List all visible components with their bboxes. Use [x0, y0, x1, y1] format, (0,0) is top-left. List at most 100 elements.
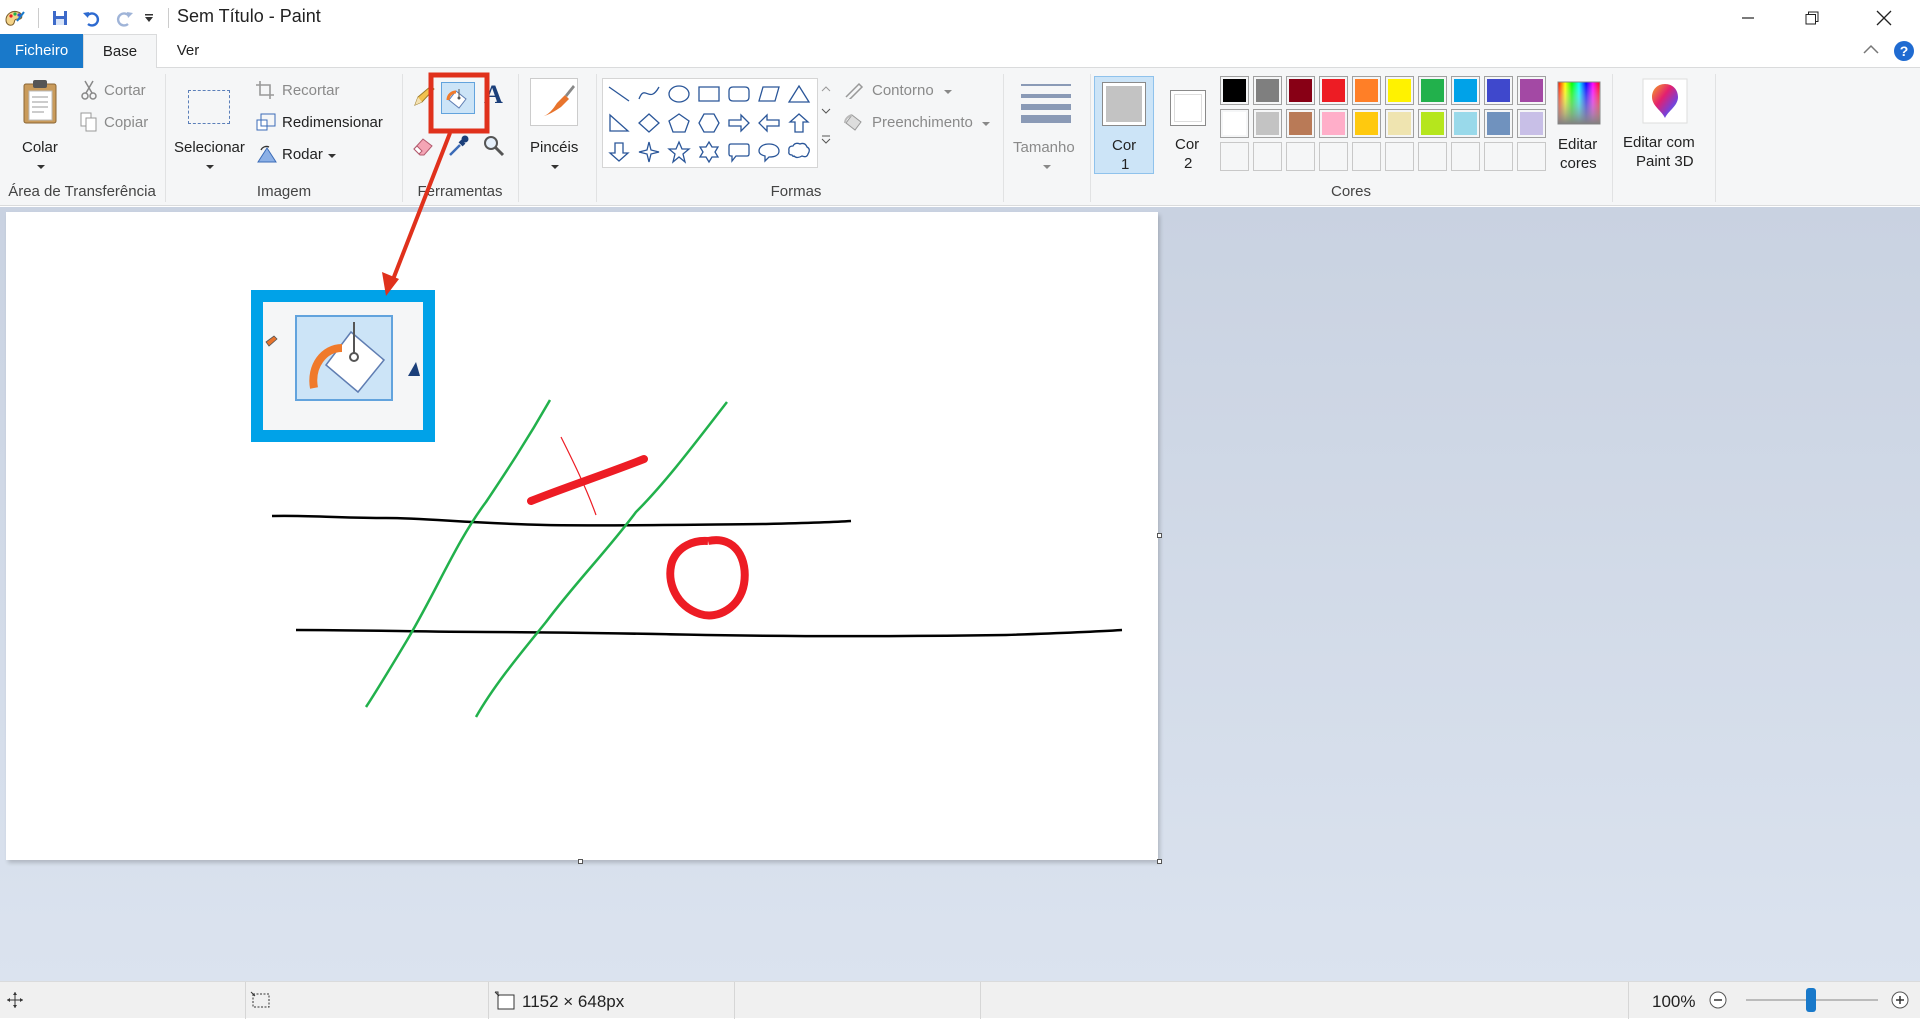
tab-file[interactable]: Ficheiro — [0, 34, 83, 68]
shape-left-arrow[interactable] — [758, 113, 780, 133]
shape-up-arrow[interactable] — [788, 113, 810, 133]
palette-swatch[interactable] — [1517, 76, 1546, 105]
tab-view[interactable]: Ver — [160, 34, 216, 68]
palette-swatch[interactable] — [1352, 76, 1381, 105]
palette-swatch[interactable] — [1220, 142, 1249, 171]
shape-curve[interactable] — [638, 86, 660, 100]
minimize-button[interactable] — [1720, 0, 1776, 36]
save-icon[interactable] — [46, 4, 74, 32]
status-divider — [734, 982, 735, 1019]
pencil-tool[interactable] — [412, 84, 436, 108]
rotate-button[interactable]: Rodar — [256, 144, 366, 168]
paste-button[interactable]: Colar — [8, 74, 74, 174]
paint-app-icon[interactable] — [0, 4, 28, 32]
zoom-slider-thumb[interactable] — [1806, 988, 1816, 1012]
shape-rectangle[interactable] — [698, 86, 720, 102]
fill-with-color-tool[interactable] — [441, 82, 475, 114]
resize-handle-corner[interactable] — [1157, 859, 1162, 864]
palette-swatch[interactable] — [1253, 76, 1282, 105]
shape-diamond[interactable] — [638, 113, 660, 133]
crop-button[interactable]: Recortar — [256, 80, 376, 104]
color1-button[interactable]: Cor 1 — [1094, 76, 1154, 174]
size-button[interactable]: Tamanho — [1007, 74, 1087, 174]
shape-rounded-callout[interactable] — [728, 143, 750, 163]
close-button[interactable] — [1856, 0, 1912, 36]
palette-swatch[interactable] — [1253, 109, 1282, 138]
palette-swatch[interactable] — [1385, 142, 1414, 171]
shapes-scroll[interactable] — [819, 78, 833, 168]
drawing-canvas[interactable] — [6, 212, 1158, 860]
copy-button[interactable]: Copiar — [80, 112, 160, 136]
brush-icon — [530, 78, 578, 126]
title-bar: Sem Título - Paint — [0, 0, 1920, 36]
palette-swatch[interactable] — [1484, 76, 1513, 105]
help-icon[interactable]: ? — [1893, 40, 1915, 66]
shape-right-triangle[interactable] — [609, 113, 630, 132]
zoom-out-button[interactable] — [1708, 990, 1728, 1014]
text-tool[interactable]: A — [482, 80, 506, 109]
palette-swatch[interactable] — [1484, 142, 1513, 171]
palette-swatch[interactable] — [1385, 76, 1414, 105]
customize-quick-access-icon[interactable] — [140, 4, 158, 32]
palette-swatch[interactable] — [1319, 109, 1348, 138]
palette-swatch[interactable] — [1286, 76, 1315, 105]
palette-swatch[interactable] — [1319, 76, 1348, 105]
shape-four-point-star[interactable] — [638, 141, 660, 163]
undo-icon[interactable] — [78, 4, 106, 32]
eraser-tool[interactable] — [412, 134, 436, 158]
palette-swatch[interactable] — [1484, 109, 1513, 138]
shape-pentagon[interactable] — [668, 113, 690, 133]
palette-swatch[interactable] — [1451, 142, 1480, 171]
drawing-strokes — [251, 290, 1123, 718]
cut-button[interactable]: Cortar — [80, 80, 160, 104]
shape-hexagon[interactable] — [698, 113, 720, 133]
resize-handle-right[interactable] — [1157, 533, 1162, 538]
palette-swatch[interactable] — [1253, 142, 1282, 171]
outline-button[interactable]: Contorno — [844, 80, 964, 104]
palette-swatch[interactable] — [1220, 109, 1249, 138]
tab-home[interactable]: Base — [83, 34, 157, 69]
shape-right-arrow[interactable] — [728, 113, 750, 133]
palette-swatch[interactable] — [1352, 109, 1381, 138]
shape-cloud-callout[interactable] — [788, 142, 810, 159]
shape-oval-callout[interactable] — [758, 143, 780, 163]
shape-polygon[interactable] — [758, 86, 780, 102]
shape-down-arrow[interactable] — [608, 142, 630, 162]
shape-line[interactable] — [608, 86, 630, 102]
palette-swatch[interactable] — [1418, 76, 1447, 105]
palette-swatch[interactable] — [1385, 109, 1414, 138]
color1-label-line1: Cor — [1112, 137, 1137, 154]
fill-button[interactable]: Preenchimento — [844, 112, 994, 136]
palette-swatch[interactable] — [1451, 109, 1480, 138]
magnifier-tool[interactable] — [482, 134, 506, 158]
shape-oval[interactable] — [668, 85, 690, 103]
palette-swatch[interactable] — [1220, 76, 1249, 105]
palette-swatch[interactable] — [1286, 109, 1315, 138]
shape-five-point-star[interactable] — [667, 140, 691, 164]
palette-swatch[interactable] — [1319, 142, 1348, 171]
color2-button[interactable]: Cor 2 — [1160, 76, 1214, 174]
collapse-ribbon-icon[interactable] — [1862, 42, 1880, 59]
resize-button[interactable]: Redimensionar — [256, 112, 406, 136]
canvas-dimensions: 1152 × 648px — [522, 992, 625, 1011]
palette-swatch[interactable] — [1418, 142, 1447, 171]
shape-rounded-rectangle[interactable] — [728, 86, 750, 102]
edit-colors-button[interactable]: Editar cores — [1554, 76, 1604, 174]
restore-button[interactable] — [1784, 0, 1840, 36]
ribbon-tabs: Ficheiro Base Ver ? — [0, 34, 1920, 69]
redo-icon[interactable] — [110, 4, 138, 32]
palette-swatch[interactable] — [1286, 142, 1315, 171]
palette-swatch[interactable] — [1517, 142, 1546, 171]
shape-six-point-star[interactable] — [698, 140, 720, 164]
shape-triangle[interactable] — [787, 84, 811, 103]
edit-with-paint3d-button[interactable]: Editar com Paint 3D — [1620, 74, 1710, 174]
zoom-in-button[interactable] — [1890, 990, 1910, 1014]
palette-swatch[interactable] — [1418, 109, 1447, 138]
palette-swatch[interactable] — [1451, 76, 1480, 105]
palette-swatch[interactable] — [1517, 109, 1546, 138]
select-button[interactable]: Selecionar — [172, 74, 248, 174]
brushes-button[interactable]: Pincéis — [525, 74, 585, 174]
resize-handle-bottom[interactable] — [578, 859, 583, 864]
color-picker-tool[interactable] — [447, 134, 471, 158]
palette-swatch[interactable] — [1352, 142, 1381, 171]
